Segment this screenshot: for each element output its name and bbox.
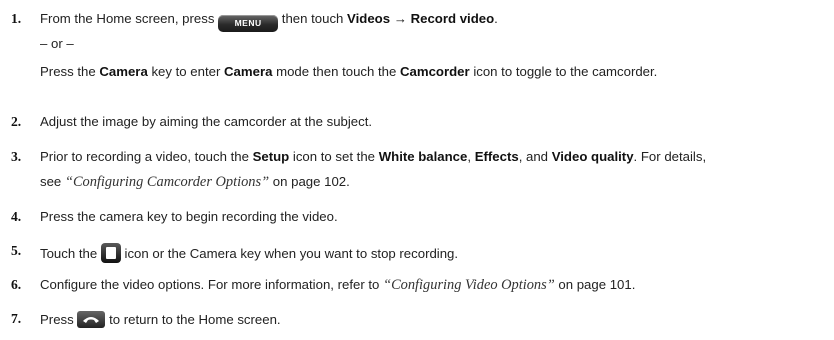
- camera-key-label: Camera: [99, 64, 148, 79]
- step-number: 6.: [11, 277, 22, 292]
- step-text: Press the: [40, 64, 96, 79]
- menu-path-record-video: Record video: [410, 11, 495, 26]
- step-2-text: Adjust the image by aiming the camcorder…: [40, 114, 373, 129]
- step-text: then touch: [281, 11, 344, 26]
- step-text: From the Home screen, press: [40, 11, 215, 26]
- arrow-right-icon: →: [393, 11, 407, 26]
- step-text: icon to toggle to the camcorder.: [473, 64, 658, 79]
- setup-icon-label: Setup: [252, 149, 290, 164]
- step-text: . For details,: [633, 149, 707, 164]
- step-number: 4.: [11, 209, 22, 224]
- step-5-line: Touch the icon or the Camera key when yo…: [40, 243, 458, 263]
- cross-reference-link[interactable]: “Configuring Video Options”: [383, 277, 555, 293]
- stop-icon: [100, 243, 121, 263]
- step-text: ,: [467, 149, 472, 164]
- step-text: key to enter: [151, 64, 221, 79]
- step-1-line-1: From the Home screen, press MENU then to…: [40, 11, 498, 32]
- menu-path-videos: Videos: [347, 11, 391, 26]
- menu-key-icon: MENU: [218, 15, 279, 32]
- step-text: Press: [40, 312, 74, 327]
- step-7-line: Press to return to the Home screen.: [40, 311, 281, 328]
- instruction-page: 1. From the Home screen, press MENU then…: [0, 0, 834, 340]
- end-key-icon: [77, 311, 106, 328]
- or-separator: – or –: [40, 36, 74, 51]
- step-4-text: Press the camera key to begin recording …: [40, 209, 338, 224]
- step-text: mode then touch the: [276, 64, 397, 79]
- step-text: .: [494, 11, 498, 26]
- video-quality-label: Video quality: [551, 149, 634, 164]
- step-text: icon to set the: [292, 149, 376, 164]
- step-text: Touch the: [40, 246, 98, 261]
- camcorder-icon-label: Camcorder: [400, 64, 470, 79]
- step-text: icon or the Camera key when you want to …: [124, 246, 459, 261]
- step-number: 2.: [11, 114, 22, 129]
- step-1-line-3: Press the Camera key to enter Camera mod…: [40, 64, 657, 80]
- step-text: on page 102.: [272, 174, 350, 189]
- step-number: 5.: [11, 243, 22, 258]
- step-number: 3.: [11, 149, 22, 164]
- step-text: , and: [518, 149, 549, 164]
- white-balance-label: White balance: [378, 149, 468, 164]
- step-number: 7.: [11, 311, 22, 326]
- camera-mode-label: Camera: [224, 64, 273, 79]
- step-3-line-2: see “Configuring Camcorder Options” on p…: [40, 174, 350, 190]
- step-text: Prior to recording a video, touch the: [40, 149, 249, 164]
- step-text: Configure the video options. For more in…: [40, 277, 380, 292]
- cross-reference-link[interactable]: “Configuring Camcorder Options”: [65, 174, 269, 190]
- effects-label: Effects: [474, 149, 519, 164]
- step-3-line-1: Prior to recording a video, touch the Se…: [40, 149, 706, 165]
- step-number: 1.: [11, 11, 22, 26]
- step-6-line: Configure the video options. For more in…: [40, 277, 635, 293]
- step-text: to return to the Home screen.: [109, 312, 281, 327]
- step-text: see: [40, 174, 62, 189]
- step-text: on page 101.: [558, 277, 636, 292]
